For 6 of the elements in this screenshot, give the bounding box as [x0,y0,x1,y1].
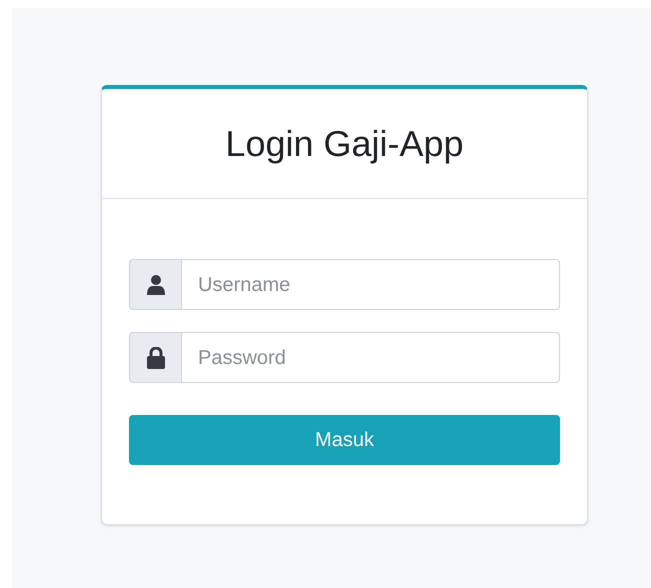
user-icon [146,274,164,294]
card-title: Login Gaji-App [225,122,464,166]
login-button[interactable]: Masuk [129,415,560,465]
username-field[interactable]: Username [182,259,560,310]
password-field[interactable]: Password [182,332,560,383]
lock-icon [146,346,164,368]
